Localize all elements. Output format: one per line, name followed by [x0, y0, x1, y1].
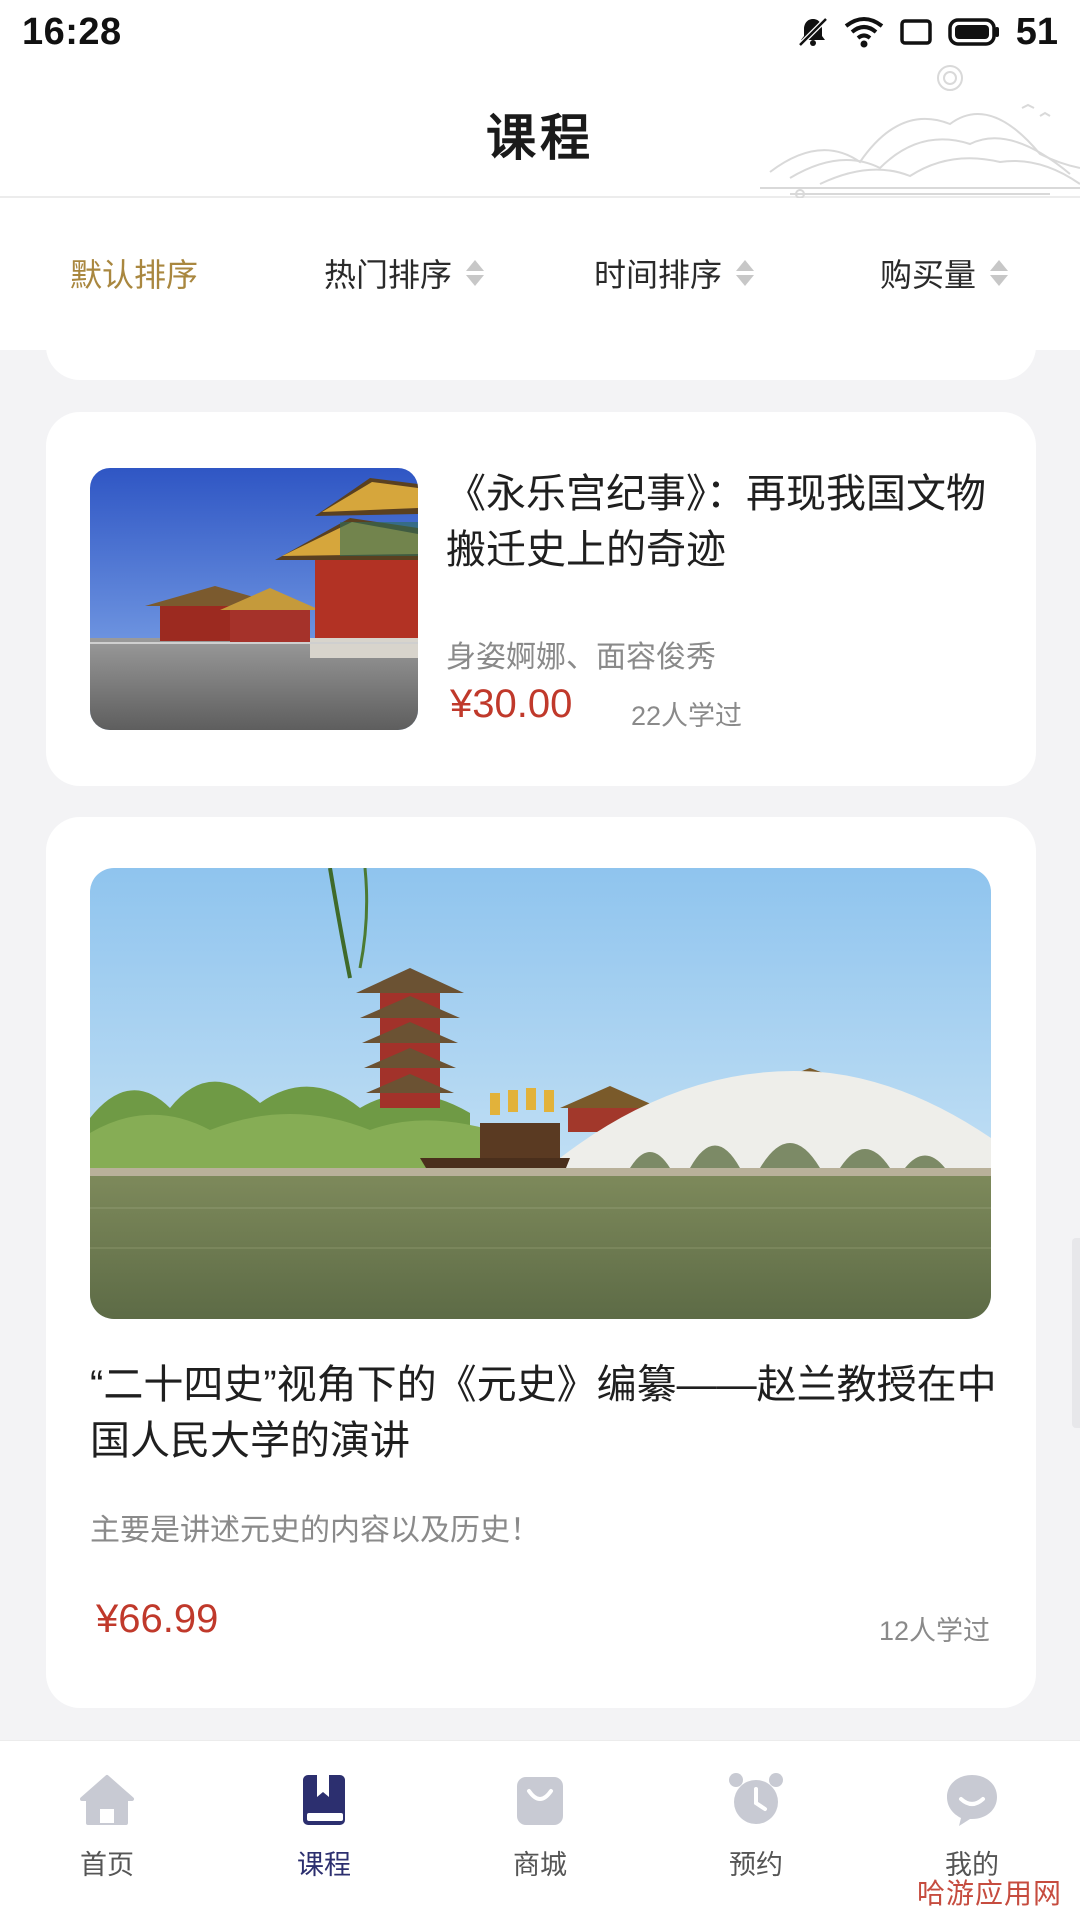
- course-subtitle: 主要是讲述元史的内容以及历史！: [90, 1514, 540, 1547]
- book-icon: [303, 1775, 345, 1825]
- course-title[interactable]: 《永乐宫纪事》：再现我国文物搬迁史上的奇迹: [446, 466, 1006, 578]
- course-thumbnail-palace[interactable]: [90, 468, 418, 730]
- sort-arrows-icon: [990, 260, 1009, 286]
- tab-course-label: 课程: [297, 1850, 351, 1880]
- sort-default[interactable]: 默认排序: [70, 250, 198, 296]
- sort-default-label: 默认排序: [70, 257, 199, 293]
- course-subtitle: 身姿婀娜、面容俊秀: [446, 641, 716, 674]
- mute-icon: [796, 15, 830, 49]
- battery-level: 51: [1015, 10, 1058, 53]
- sort-time-label: 时间排序: [594, 257, 723, 293]
- status-time: 16:28: [22, 10, 122, 53]
- tab-booking-label: 预约: [729, 1850, 783, 1880]
- screen: 16:28 51 课程 默认排序 热门排序 时间排序 购买量 《永乐宫纪事》：再…: [0, 0, 1080, 1920]
- scroll-indicator[interactable]: [1072, 1238, 1080, 1428]
- chat-bubble-icon: [947, 1775, 997, 1826]
- home-icon: [80, 1775, 134, 1825]
- course-list[interactable]: 《永乐宫纪事》：再现我国文物搬迁史上的奇迹 身姿婀娜、面容俊秀 ¥30.00 2…: [0, 350, 1080, 1740]
- course-card-partial[interactable]: [46, 350, 1036, 380]
- sort-purchases[interactable]: 购买量: [880, 250, 1009, 296]
- wifi-icon: [844, 16, 884, 48]
- course-card[interactable]: “二十四史”视角下的《元史》编纂——赵兰教授在中国人民大学的演讲 主要是讲述元史…: [46, 817, 1036, 1708]
- course-learners: 22人学过: [631, 701, 743, 731]
- watermark: 哈游应用网: [916, 1877, 1062, 1910]
- header: 课程: [0, 64, 1080, 198]
- tab-home[interactable]: 首页: [47, 1771, 167, 1911]
- course-learners: 12人学过: [878, 1616, 990, 1646]
- tab-mall[interactable]: 商城: [480, 1771, 600, 1911]
- course-title[interactable]: “二十四史”视角下的《元史》编纂——赵兰教授在中国人民大学的演讲: [90, 1357, 1000, 1469]
- mountain-decoration-icon: [760, 65, 1080, 198]
- sort-popular[interactable]: 热门排序: [324, 250, 485, 296]
- sort-popular-label: 热门排序: [324, 257, 453, 293]
- course-cover-lake-bridge[interactable]: [90, 868, 991, 1319]
- sort-arrows-icon: [736, 260, 755, 286]
- course-price: ¥30.00: [450, 682, 573, 726]
- shopping-bag-icon: [517, 1777, 563, 1825]
- tab-booking[interactable]: 预约: [696, 1771, 816, 1911]
- course-card[interactable]: 《永乐宫纪事》：再现我国文物搬迁史上的奇迹 身姿婀娜、面容俊秀 ¥30.00 2…: [46, 412, 1036, 786]
- tab-home-label: 首页: [80, 1850, 134, 1880]
- screen-rotate-icon: [898, 17, 934, 47]
- sort-bar: 默认排序 热门排序 时间排序 购买量: [0, 198, 1080, 350]
- sort-purchases-label: 购买量: [880, 257, 977, 293]
- status-bar: 16:28 51: [0, 0, 1080, 64]
- status-icons: 51: [796, 11, 1058, 54]
- alarm-clock-icon: [729, 1773, 783, 1824]
- battery-icon: [947, 17, 1000, 47]
- sort-time[interactable]: 时间排序: [594, 250, 755, 296]
- sort-arrows-icon: [466, 260, 485, 286]
- tab-course[interactable]: 课程: [264, 1771, 384, 1911]
- course-price: ¥66.99: [96, 1597, 219, 1641]
- tab-mall-label: 商城: [513, 1850, 567, 1880]
